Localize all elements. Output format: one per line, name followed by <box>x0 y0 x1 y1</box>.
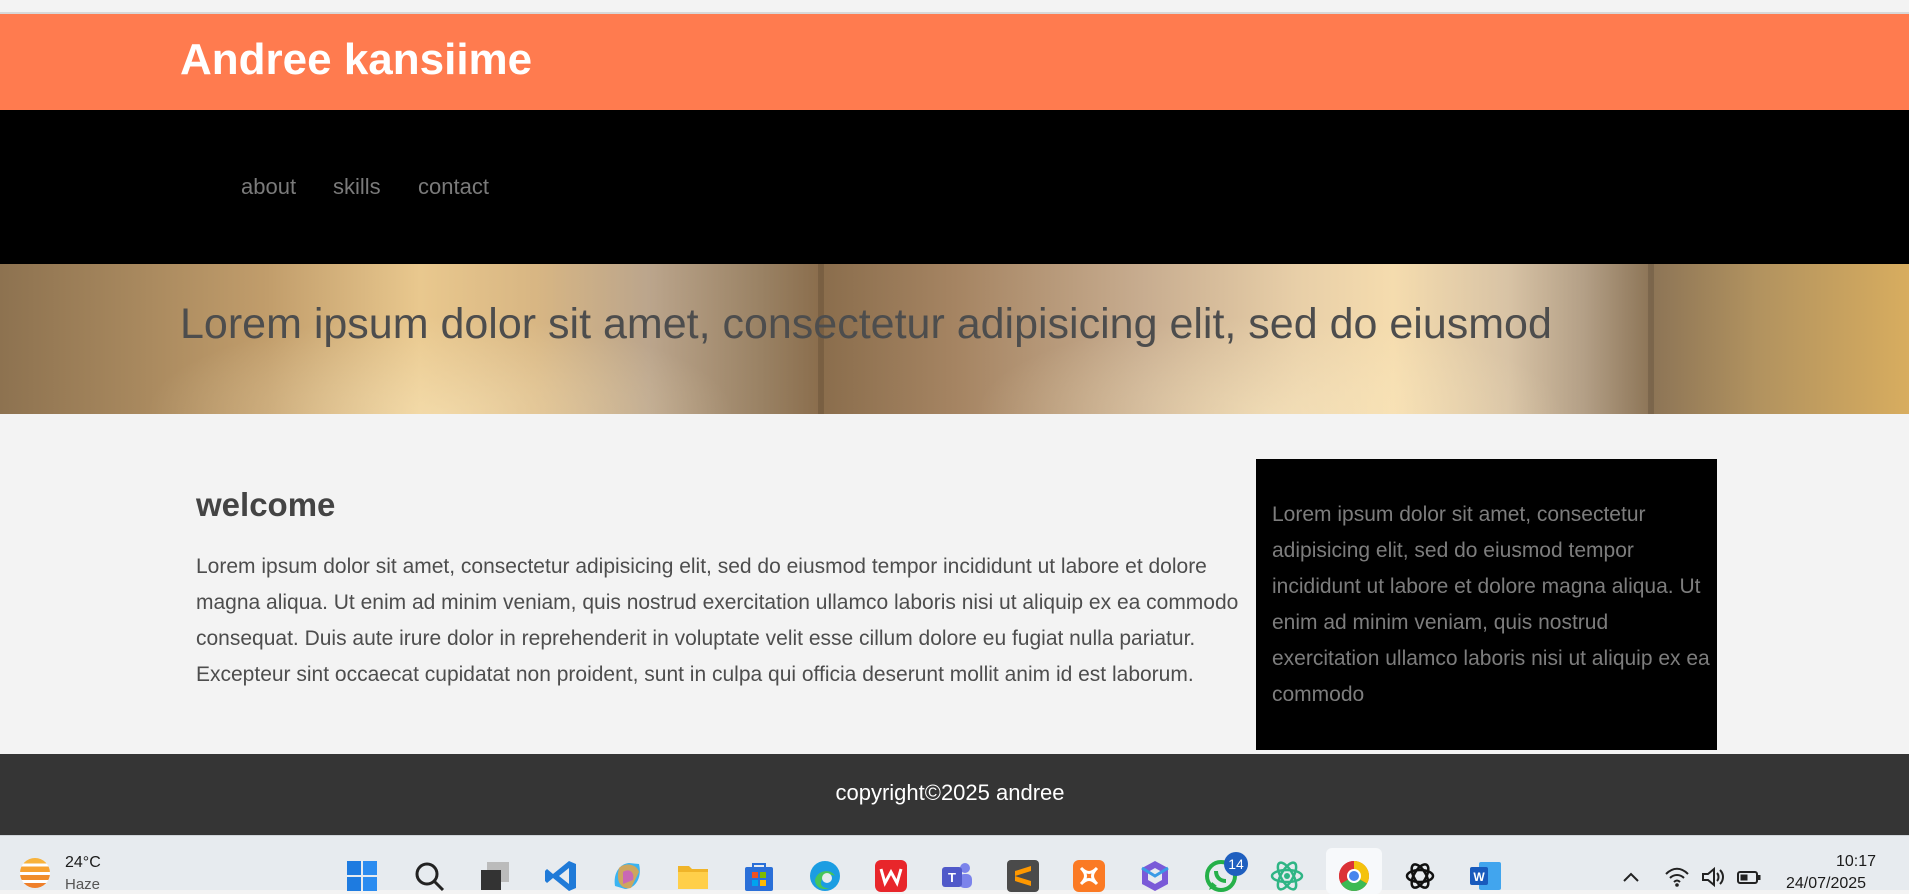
welcome-heading: welcome <box>196 486 336 523</box>
whatsapp-notification-badge: 14 <box>1224 852 1248 876</box>
weather-temperature[interactable]: 24°C <box>65 854 101 872</box>
windows-start-icon[interactable] <box>344 858 380 894</box>
clock-time[interactable]: 10:17 <box>1836 853 1876 871</box>
site-title: Andree kansiime <box>180 35 533 84</box>
vscode-icon[interactable] <box>543 858 579 894</box>
teams-icon[interactable]: T <box>939 858 975 894</box>
svg-text:T: T <box>948 870 956 885</box>
search-icon[interactable] <box>411 858 447 894</box>
chevron-up-icon[interactable] <box>1618 864 1644 890</box>
copilot-icon[interactable] <box>609 858 645 894</box>
nav-link-contact[interactable]: contact <box>418 174 489 200</box>
copyright-text: copyright©2025 andree <box>835 780 1065 805</box>
battery-icon[interactable] <box>1736 864 1762 890</box>
clock-date[interactable]: 24/07/2025 <box>1786 875 1866 893</box>
edge-icon[interactable] <box>807 858 843 894</box>
volume-icon[interactable] <box>1700 864 1726 890</box>
atom-icon[interactable] <box>1269 858 1305 894</box>
microsoft-365-icon[interactable] <box>1137 858 1173 894</box>
banner-text: Lorem ipsum dolor sit amet, consectetur … <box>180 300 1552 348</box>
sidebar-text: Lorem ipsum dolor sit amet, consectetur … <box>1272 503 1710 706</box>
browser-top-edge <box>0 0 1909 14</box>
chrome-icon[interactable] <box>1336 858 1372 894</box>
site-footer: copyright©2025 andree <box>0 754 1909 835</box>
wps-office-icon[interactable] <box>873 858 909 894</box>
microsoft-store-icon[interactable] <box>741 858 777 894</box>
sidebar-box: Lorem ipsum dolor sit amet, consectetur … <box>1256 459 1717 750</box>
svg-text:W: W <box>1473 870 1485 884</box>
xampp-icon[interactable] <box>1071 858 1107 894</box>
site-header: Andree kansiime <box>0 14 1909 110</box>
task-view-icon[interactable] <box>477 858 513 894</box>
weather-haze-icon[interactable] <box>20 858 50 888</box>
nav-link-about[interactable]: about <box>241 174 296 200</box>
file-explorer-icon[interactable] <box>675 858 711 894</box>
weather-condition[interactable]: Haze <box>65 876 100 893</box>
nav-link-skills[interactable]: skills <box>333 174 381 200</box>
sublime-text-icon[interactable] <box>1005 858 1041 894</box>
welcome-paragraph: Lorem ipsum dolor sit amet, consectetur … <box>196 555 1239 686</box>
hero-banner: Lorem ipsum dolor sit amet, consectetur … <box>0 264 1909 414</box>
chatgpt-icon[interactable] <box>1402 858 1438 894</box>
word-icon[interactable]: W <box>1467 858 1503 894</box>
banner-tile-seam <box>1648 264 1654 414</box>
main-nav: about skills contact <box>0 110 1909 264</box>
wifi-icon[interactable] <box>1664 864 1690 890</box>
windows-taskbar: 24°C Haze T 14 W 10:17 24/07/2025 <box>0 835 1909 894</box>
